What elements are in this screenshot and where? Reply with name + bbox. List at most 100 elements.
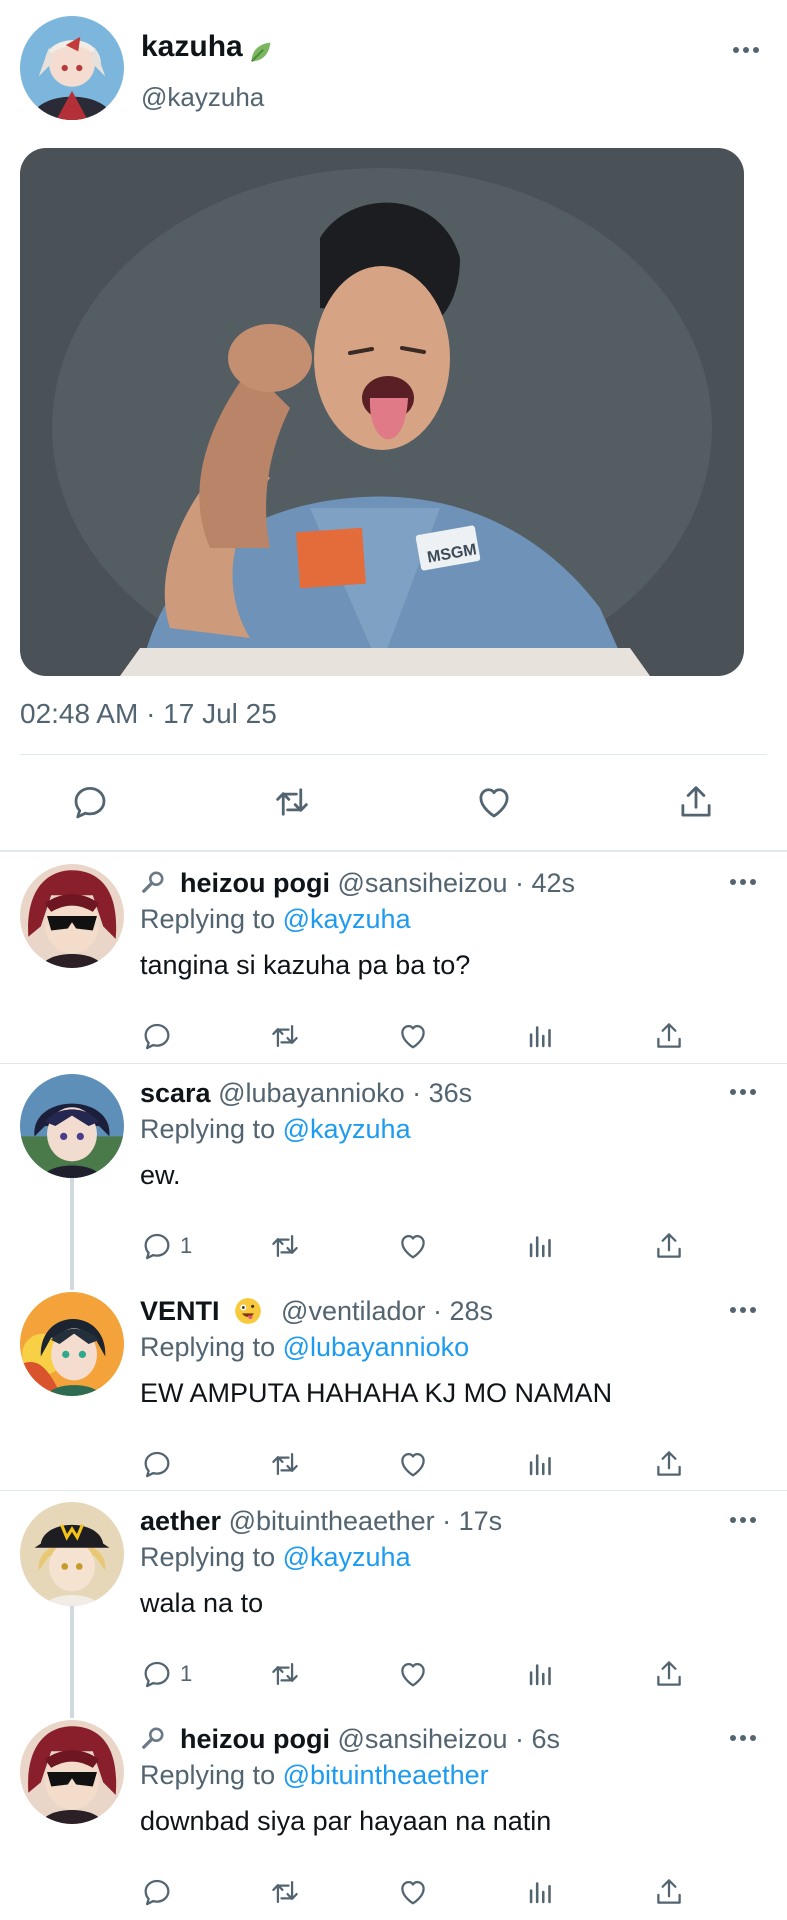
reply-time: · 28s [433, 1296, 494, 1326]
avatar[interactable] [20, 1074, 124, 1178]
author-handle[interactable]: @kayzuha [141, 82, 264, 113]
reply-time: · 17s [442, 1506, 503, 1536]
like-icon[interactable] [396, 1224, 430, 1268]
stats-icon[interactable] [524, 1442, 558, 1486]
stats-icon[interactable] [524, 1014, 558, 1058]
reply-author-name[interactable]: heizou pogi [180, 868, 330, 898]
like-icon[interactable] [466, 774, 522, 830]
author-avatar[interactable] [20, 16, 124, 120]
retweet-icon[interactable] [268, 1442, 302, 1486]
more-options-icon[interactable] [723, 1726, 763, 1750]
more-options-icon[interactable] [723, 1080, 763, 1104]
like-icon[interactable] [396, 1442, 430, 1486]
reply-time: · 36s [412, 1078, 473, 1108]
divider [20, 754, 767, 755]
reply-tweet[interactable]: scara @lubayannioko · 36s Replying to @k… [0, 1064, 787, 1272]
avatar[interactable] [20, 864, 124, 968]
replying-to-label: Replying to [140, 904, 276, 934]
main-tweet: kazuha @kayzuha MSGM 02:48 AM · 17 Jul 2… [0, 0, 787, 850]
more-options-icon[interactable] [723, 870, 763, 894]
replying-to-line: Replying to @bituintheaether [140, 1760, 489, 1791]
section-divider [0, 850, 787, 852]
reply-icon[interactable] [140, 1870, 180, 1914]
reply-text: ew. [140, 1160, 181, 1190]
share-icon[interactable] [652, 1224, 686, 1268]
avatar[interactable] [20, 1502, 124, 1606]
retweet-icon[interactable] [268, 1224, 302, 1268]
reply-tweet[interactable]: heizou pogi @sansiheizou · 42s Replying … [0, 854, 787, 1062]
stats-icon[interactable] [524, 1870, 558, 1914]
more-options-icon[interactable] [723, 1508, 763, 1532]
reply-count: 1 [180, 1233, 193, 1258]
tweet-timestamp: 02:48 AM · 17 Jul 25 [20, 698, 277, 729]
replying-to-mention[interactable]: @kayzuha [283, 904, 411, 934]
more-options-icon[interactable] [726, 38, 766, 62]
share-icon[interactable] [652, 1014, 686, 1058]
magnifier-icon [140, 869, 166, 895]
avatar[interactable] [20, 1292, 124, 1396]
reply-tweet[interactable]: VENTI @ventilador · 28s Replying to @lub… [0, 1282, 787, 1490]
leaf-icon [247, 38, 275, 66]
replying-to-line: Replying to @kayzuha [140, 904, 411, 935]
author-name[interactable]: kazuha [141, 30, 243, 64]
reply-action-bar: 1 [140, 1224, 700, 1268]
section-divider [0, 1490, 787, 1491]
retweet-icon[interactable] [268, 1014, 302, 1058]
reply-author-name[interactable]: aether [140, 1506, 221, 1536]
like-icon[interactable] [396, 1870, 430, 1914]
reply-author-handle[interactable]: @sansiheizou [338, 1724, 508, 1754]
replying-to-line: Replying to @kayzuha [140, 1542, 411, 1573]
share-icon[interactable] [652, 1442, 686, 1486]
replying-to-label: Replying to [140, 1332, 276, 1362]
stats-icon[interactable] [524, 1224, 558, 1268]
reply-icon[interactable]: 1 [140, 1224, 192, 1268]
stats-icon[interactable] [524, 1652, 558, 1696]
reply-author-handle[interactable]: @sansiheizou [338, 868, 508, 898]
reply-text: downbad siya par hayaan na natin [140, 1806, 552, 1836]
reply-text: tangina si kazuha pa ba to? [140, 950, 471, 980]
reply-text: EW AMPUTA HAHAHA KJ MO NAMAN [140, 1378, 613, 1408]
like-icon[interactable] [396, 1652, 430, 1696]
reply-author-handle[interactable]: @bituintheaether [229, 1506, 435, 1536]
retweet-icon[interactable] [264, 774, 320, 830]
replying-to-label: Replying to [140, 1542, 276, 1572]
avatar[interactable] [20, 1720, 124, 1824]
reply-action-bar [140, 1014, 700, 1058]
replying-to-mention[interactable]: @bituintheaether [283, 1760, 489, 1790]
reply-action-bar [140, 1870, 700, 1914]
reply-icon[interactable] [62, 774, 118, 830]
share-icon[interactable] [652, 1870, 686, 1914]
like-icon[interactable] [396, 1014, 430, 1058]
reply-count: 1 [180, 1661, 193, 1686]
retweet-icon[interactable] [268, 1652, 302, 1696]
reply-icon[interactable]: 1 [140, 1652, 192, 1696]
reply-header: heizou pogi @sansiheizou · 42s [140, 868, 575, 899]
retweet-icon[interactable] [268, 1870, 302, 1914]
reply-tweet[interactable]: aether @bituintheaether · 17s Replying t… [0, 1492, 787, 1700]
tweet-photo[interactable]: MSGM [20, 148, 744, 676]
reply-author-name[interactable]: scara [140, 1078, 211, 1108]
reply-action-bar [140, 1442, 700, 1486]
share-icon[interactable] [652, 1652, 686, 1696]
replying-to-label: Replying to [140, 1760, 276, 1790]
reply-tweet[interactable]: heizou pogi @sansiheizou · 6s Replying t… [0, 1710, 787, 1918]
reply-author-name[interactable]: heizou pogi [180, 1724, 330, 1754]
reply-author-name[interactable]: VENTI [140, 1296, 220, 1326]
replying-to-mention[interactable]: @kayzuha [283, 1542, 411, 1572]
reply-icon[interactable] [140, 1442, 180, 1486]
replying-to-mention[interactable]: @kayzuha [283, 1114, 411, 1144]
share-icon[interactable] [668, 774, 724, 830]
replying-to-line: Replying to @lubayannioko [140, 1332, 469, 1363]
reply-author-handle[interactable]: @ventilador [281, 1296, 425, 1326]
reply-time: · 42s [515, 868, 576, 898]
reply-author-handle[interactable]: @lubayannioko [218, 1078, 405, 1108]
replying-to-label: Replying to [140, 1114, 276, 1144]
replying-to-mention[interactable]: @lubayannioko [283, 1332, 470, 1362]
reply-header: heizou pogi @sansiheizou · 6s [140, 1724, 560, 1755]
reply-header: scara @lubayannioko · 36s [140, 1078, 472, 1109]
zany-face-emoji-icon [234, 1297, 262, 1325]
reply-action-bar: 1 [140, 1652, 700, 1696]
reply-icon[interactable] [140, 1014, 180, 1058]
more-options-icon[interactable] [723, 1298, 763, 1322]
reply-text: wala na to [140, 1588, 264, 1618]
